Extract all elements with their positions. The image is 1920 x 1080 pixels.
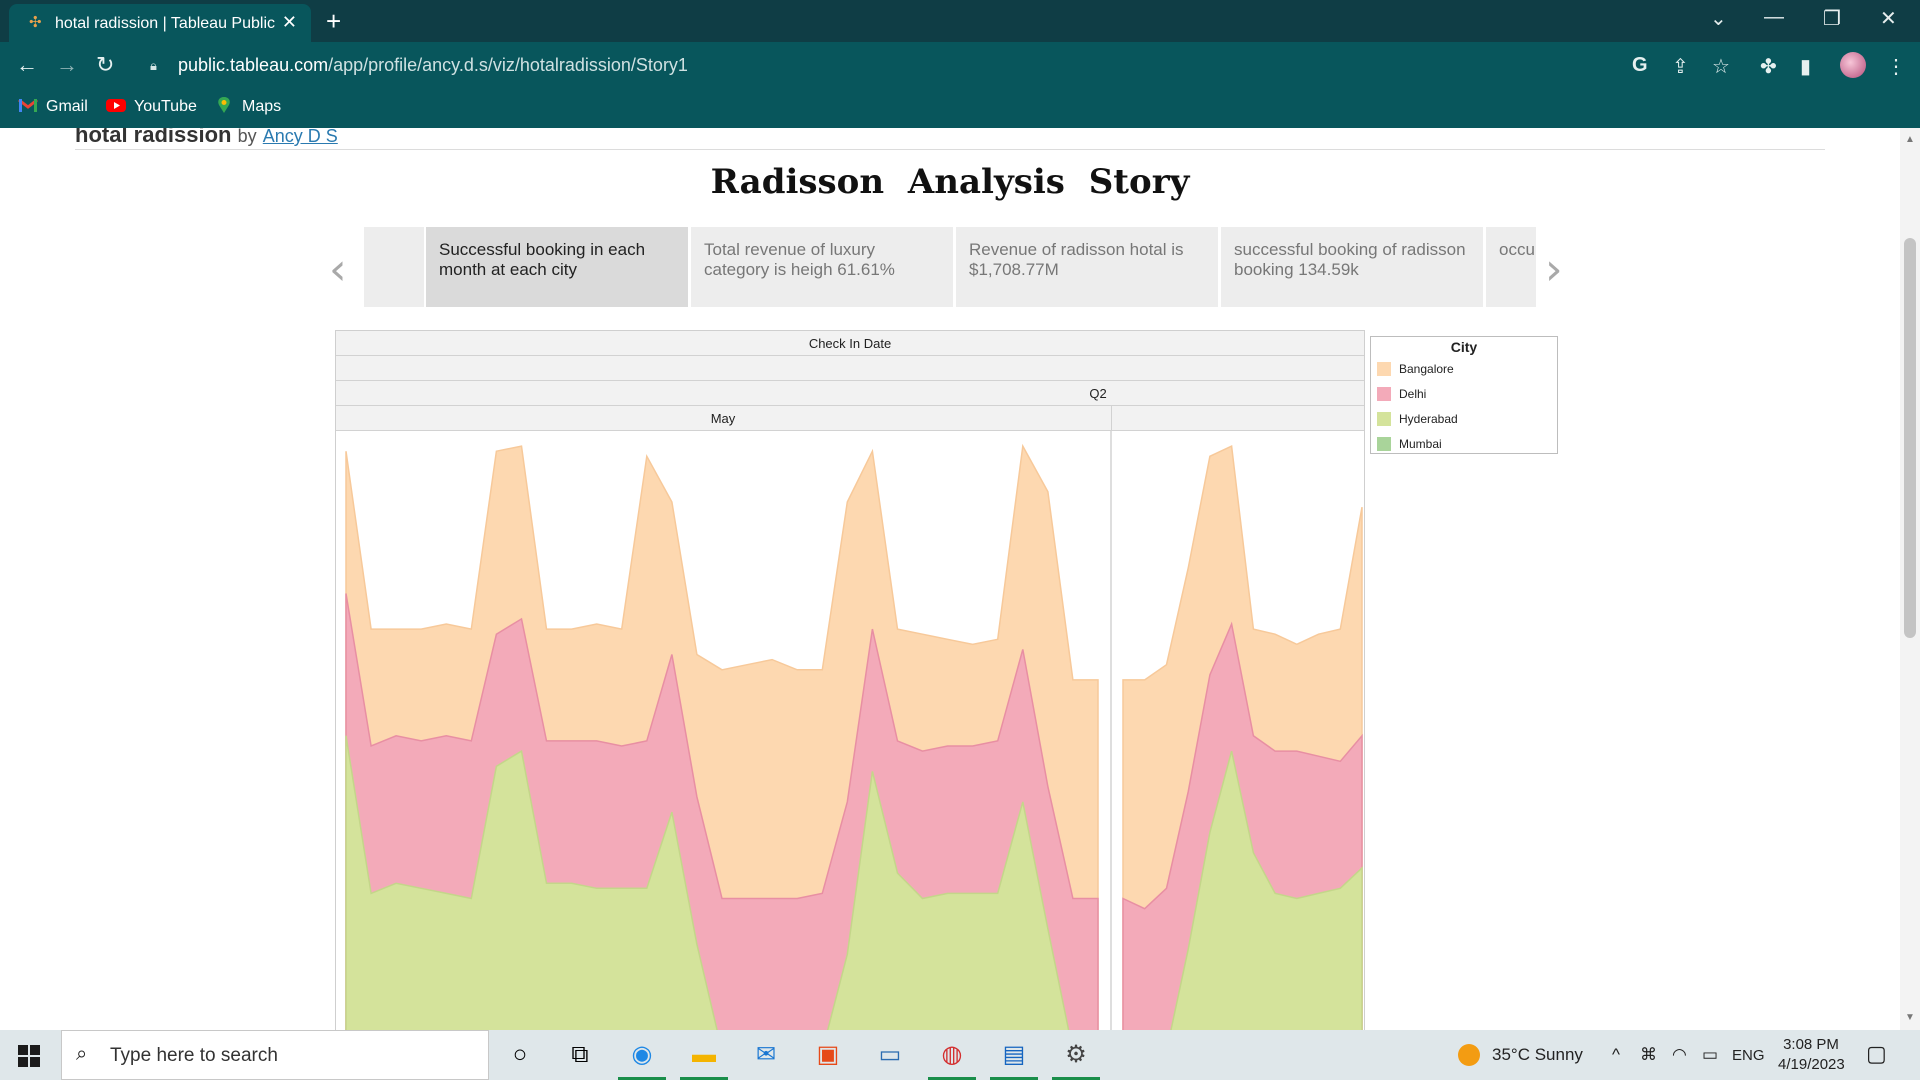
side-panel-icon[interactable]: ▮ [1800,54,1811,79]
lock-icon: 🔒︎ [150,58,157,73]
file-explorer-icon[interactable]: ▬ [680,1039,728,1080]
task-view-icon[interactable]: ⧉ [562,1039,598,1071]
tableau-favicon-icon: ✣ [29,14,42,31]
language-indicator[interactable]: ENG [1732,1047,1765,1064]
header-check-in-date: Check In Date [336,331,1364,356]
search-icon: ⌕ [76,1043,88,1065]
photos-icon[interactable]: ▤ [990,1039,1038,1080]
weather-text[interactable]: 35°C Sunny [1492,1045,1583,1065]
new-tab-button[interactable]: + [326,6,341,37]
legend-swatch [1377,437,1391,451]
scrollbar-thumb[interactable] [1904,238,1916,638]
gmail-icon [18,98,38,112]
page-scrollbar[interactable]: ▲ ▼ [1900,128,1920,1030]
forward-icon[interactable]: → [56,52,78,78]
area-chart[interactable]: Check In Date Q2 May [335,330,1365,1030]
back-icon[interactable]: ← [16,52,38,78]
story-point-3[interactable]: Revenue of radisson hotal is $1,708.77M [956,227,1218,307]
story-points-strip: Successful booking in each month at each… [364,227,1536,307]
legend-swatch [1377,362,1391,376]
tab-close-icon[interactable]: ✕ [282,12,297,33]
mail-icon[interactable]: ✉ [748,1039,784,1071]
header-month-row: May [336,406,1364,431]
address-bar-row: ← → ↻ 🔒︎ public.tableau.com/app/profile/… [0,42,1920,88]
settings-gear-icon[interactable]: ⚙ [1052,1039,1100,1080]
legend-item-bangalore[interactable]: Bangalore [1377,362,1454,376]
battery-icon[interactable]: ▭ [1702,1045,1718,1065]
author-link[interactable]: Ancy D S [263,128,338,146]
story-point-0[interactable] [364,227,424,307]
url-path: /app/profile/ancy.d.s/viz/hotalradission… [328,55,688,75]
taskbar-search-box[interactable]: ⌕ Type here to search [61,1030,489,1080]
bookmark-star-icon[interactable]: ☆ [1712,54,1730,79]
profile-avatar[interactable] [1840,52,1866,78]
tray-chevron-icon[interactable]: ^ [1612,1045,1620,1065]
month-divider [1111,406,1112,430]
computer-app-icon[interactable]: ▭ [872,1039,908,1071]
story-point-2[interactable]: Total revenue of luxury category is heig… [691,227,953,307]
bookmark-youtube[interactable]: YouTube [106,97,197,116]
youtube-icon [106,99,126,112]
notification-icon[interactable]: ▢ [1866,1041,1887,1067]
story-point-4[interactable]: successful booking of radisson booking 1… [1221,227,1483,307]
browser-tab-strip: ✣ hotal radission | Tableau Public ✕ + ⌄… [0,0,1920,42]
url-host: public.tableau.com [178,55,329,75]
restore-icon[interactable]: ❐ [1823,6,1841,31]
header-year-row [336,356,1364,381]
bookmarks-bar: Gmail YouTube Maps [0,88,1920,128]
weather-sun-icon [1458,1044,1480,1066]
tab-title: hotal radission | Tableau Public [55,15,275,32]
office-icon[interactable]: ▣ [810,1039,846,1071]
month-label: May [710,411,736,426]
tableau-page: hotal radission by Ancy D S Radisson Ana… [0,128,1920,1030]
share-icon[interactable]: ⇪ [1672,54,1689,79]
google-lens-icon[interactable]: G [1632,54,1648,77]
cortana-icon[interactable]: ○ [502,1039,538,1071]
minimize-icon[interactable]: — [1764,6,1784,29]
scroll-up-icon[interactable]: ▲ [1905,134,1915,145]
bookmark-maps[interactable]: Maps [214,97,281,116]
taskbar-search-placeholder: Type here to search [110,1045,278,1066]
edge-icon[interactable]: ◉ [618,1039,666,1080]
reload-icon[interactable]: ↻ [96,52,114,78]
legend-swatch [1377,387,1391,401]
taskbar-clock[interactable]: 3:08 PM 4/19/2023 [1778,1035,1845,1075]
quarter-label: Q2 [1089,386,1107,401]
header-quarter-row: Q2 [336,381,1364,406]
tab-search-icon[interactable]: ⌄ [1710,6,1727,31]
scroll-down-icon[interactable]: ▼ [1905,1012,1915,1023]
chart-plot[interactable] [336,431,1364,1030]
extensions-icon[interactable]: ✤ [1760,54,1777,79]
city-legend: City Bangalore Delhi Hyderabad Mumbai [1370,336,1558,454]
legend-swatch [1377,412,1391,426]
legend-title: City [1450,339,1478,355]
header-divider [75,149,1825,150]
story-prev-arrow-icon[interactable]: ‹ [329,244,347,295]
chrome-icon[interactable]: ◍ [928,1039,976,1080]
close-window-icon[interactable]: ✕ [1880,6,1897,31]
viz-header-title: hotal radission by Ancy D S [75,128,338,147]
legend-item-delhi[interactable]: Delhi [1377,387,1426,401]
windows-start-icon[interactable] [18,1045,40,1067]
legend-item-hyderabad[interactable]: Hyderabad [1377,412,1458,426]
story-point-1[interactable]: Successful booking in each month at each… [426,227,688,307]
menu-icon[interactable]: ⋮ [1886,54,1906,79]
story-title: Radisson Analysis Story [710,162,1190,202]
windows-taskbar: ⌕ Type here to search ○ ⧉ ◉ ▬ ✉ ▣ ▭ ◍ ▤ … [0,1030,1920,1080]
url-field[interactable]: public.tableau.com/app/profile/ancy.d.s/… [178,55,688,76]
story-next-arrow-icon[interactable]: › [1545,244,1563,295]
story-point-5[interactable]: occupancy 57.87% [1486,227,1536,307]
bookmark-gmail[interactable]: Gmail [18,97,88,116]
maps-pin-icon [218,97,230,113]
network-icon[interactable]: ⌘ [1640,1045,1657,1065]
wifi-icon[interactable]: ◠ [1672,1045,1687,1065]
legend-item-mumbai[interactable]: Mumbai [1377,437,1442,451]
browser-tab[interactable]: ✣ hotal radission | Tableau Public ✕ [9,4,311,42]
